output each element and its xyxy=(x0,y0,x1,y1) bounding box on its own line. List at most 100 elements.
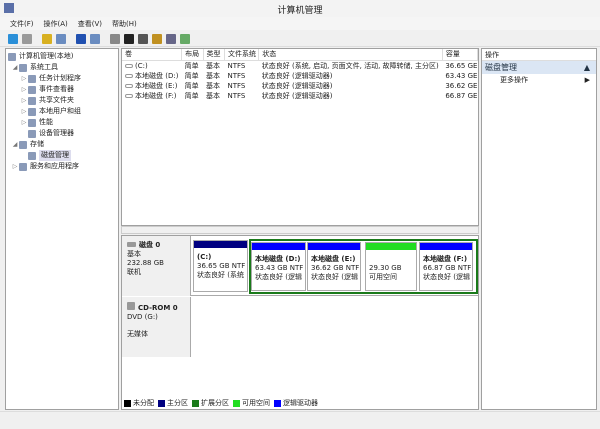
forward-icon[interactable] xyxy=(22,33,32,44)
tree-item[interactable]: ▷ 事件查看器 xyxy=(6,84,118,95)
cell-text: 简单 xyxy=(184,71,199,80)
cell-text: 状态良好 (系统, 启动, 页面文件, 活动, 故障转储, 主分区) xyxy=(261,61,439,70)
cell-text: NTFS xyxy=(227,91,246,100)
partition-size: 36.62 GB NTF xyxy=(311,264,360,272)
expander-icon[interactable]: ▷ xyxy=(11,161,19,172)
search-icon[interactable] xyxy=(166,33,176,44)
column-header[interactable]: 类型 xyxy=(203,49,225,61)
expander-icon[interactable]: ◢ xyxy=(11,62,19,73)
cell-text: 状态良好 (逻辑驱动器) xyxy=(261,71,333,80)
cell-text: 66.87 GE xyxy=(445,91,478,100)
cell-text: NTFS xyxy=(227,71,246,80)
storage-icon xyxy=(19,140,27,149)
tree-item-label: 本地用户和组 xyxy=(39,107,81,115)
column-header[interactable]: 文件系统 xyxy=(224,49,260,61)
disk-state: 联机 xyxy=(127,268,141,276)
tree-item-label: 系统工具 xyxy=(30,63,58,71)
partition-block[interactable]: 本地磁盘 (E:) 36.62 GB NTF 状态良好 (逻辑 xyxy=(307,242,361,291)
table-cell: 本地磁盘 (E:) xyxy=(122,81,182,91)
partition-block[interactable]: 本地磁盘 (F:) 66.87 GB NTF 状态良好 (逻辑 xyxy=(419,242,473,291)
expander-icon[interactable]: ▷ xyxy=(20,73,28,84)
expander-icon[interactable]: ◢ xyxy=(11,139,19,150)
tree-item[interactable]: ▷ 服务和应用程序 xyxy=(6,161,118,172)
cell-text: 简单 xyxy=(184,81,199,90)
legend-label: 未分配 xyxy=(133,399,154,407)
cdrom-0-label[interactable]: CD-ROM 0 DVD (G:) 无媒体 xyxy=(122,297,191,357)
disk-0-row: 磁盘 0 基本 232.88 GB 联机 (C:) 36.65 GB NTF 状态良… xyxy=(122,236,478,296)
menu-action[interactable]: 操作(A) xyxy=(44,19,68,29)
column-header[interactable]: 状态 xyxy=(258,49,443,61)
expander-icon[interactable]: ▷ xyxy=(20,117,28,128)
partition-block[interactable]: 本地磁盘 (D:) 63.43 GB NTF 状态良好 (逻辑 xyxy=(251,242,306,291)
expander-icon[interactable]: ▷ xyxy=(20,95,28,106)
chevron-right-icon: ▶ xyxy=(584,76,590,84)
menu-file[interactable]: 文件(F) xyxy=(10,19,34,29)
computer-icon xyxy=(8,52,16,61)
horizontal-scrollbar[interactable] xyxy=(121,226,479,234)
column-header[interactable]: 容量 xyxy=(442,49,479,61)
table-row[interactable]: 本地磁盘 (D:) 简单 基本 NTFS 状态良好 (逻辑驱动器) 63.43 GE xyxy=(122,71,478,81)
partition-size: 36.65 GB NTF xyxy=(197,262,246,270)
tree-item[interactable]: ▷ 共享文件夹 xyxy=(6,95,118,106)
open-icon[interactable] xyxy=(152,33,162,44)
partition-block[interactable]: 29.30 GB 可用空间 xyxy=(365,242,417,291)
more-actions[interactable]: 更多操作 ▶ xyxy=(482,74,596,86)
table-cell: NTFS xyxy=(224,60,258,71)
table-cell: NTFS xyxy=(224,71,258,81)
actions-header: 操作 xyxy=(482,49,596,61)
legend-swatch xyxy=(124,399,131,407)
partition-block[interactable]: (C:) 36.65 GB NTF 状态良好 (系统 xyxy=(193,240,248,292)
table-cell: (C:) xyxy=(122,60,182,71)
tree-item[interactable]: ◢ 系统工具 xyxy=(6,62,118,73)
console-tree-icon[interactable] xyxy=(56,33,66,44)
delete-icon[interactable] xyxy=(124,33,134,44)
properties-icon[interactable] xyxy=(138,33,148,44)
clock-icon xyxy=(28,74,36,83)
help-icon[interactable] xyxy=(76,33,86,44)
table-row[interactable]: 本地磁盘 (E:) 简单 基本 NTFS 状态良好 (逻辑驱动器) 36.62 GE xyxy=(122,81,478,91)
tree-item[interactable]: ▷ 本地用户和组 xyxy=(6,106,118,117)
users-icon xyxy=(28,107,36,116)
section-label: 磁盘管理 xyxy=(485,63,517,72)
menu-view[interactable]: 查看(V) xyxy=(78,19,102,29)
disk-0-label[interactable]: 磁盘 0 基本 232.88 GB 联机 xyxy=(122,236,191,296)
partition-name: (C:) xyxy=(197,253,212,261)
menu-help[interactable]: 帮助(H) xyxy=(112,19,137,29)
menu-bar: 文件(F) 操作(A) 查看(V) 帮助(H) xyxy=(0,17,600,30)
properties-view-icon[interactable] xyxy=(90,33,100,44)
legend-item: 可用空间 xyxy=(233,398,270,408)
table-row[interactable]: 本地磁盘 (F:) 简单 基本 NTFS 状态良好 (逻辑驱动器) 66.87 GE xyxy=(122,91,478,101)
table-cell: 基本 xyxy=(203,71,224,81)
disk-graphical-view: 磁盘 0 基本 232.88 GB 联机 (C:) 36.65 GB NTF 状态良… xyxy=(121,235,479,410)
tree-item-label: 任务计划程序 xyxy=(39,74,81,82)
refresh-icon[interactable] xyxy=(110,33,120,44)
table-row[interactable]: (C:) 简单 基本 NTFS 状态良好 (系统, 启动, 页面文件, 活动, 故障转储… xyxy=(122,60,478,71)
disk-type: 基本 xyxy=(127,250,141,258)
partition-name: 本地磁盘 (F:) xyxy=(423,255,468,263)
services-icon xyxy=(19,162,27,171)
back-icon[interactable] xyxy=(8,33,18,44)
window-title: 计算机管理 xyxy=(277,6,323,16)
tree-item[interactable]: ▷ 性能 xyxy=(6,117,118,128)
tree-item[interactable]: 磁盘管理 xyxy=(6,150,118,161)
expander-icon[interactable]: ▷ xyxy=(20,106,28,117)
settings-icon[interactable] xyxy=(180,33,190,44)
partition-color-bar xyxy=(366,243,416,250)
tree-item[interactable]: ◢ 存储 xyxy=(6,139,118,150)
tree-item-label: 计算机管理(本地) xyxy=(19,52,74,60)
expander-icon[interactable]: ▷ xyxy=(20,84,28,95)
column-header[interactable]: 卷 xyxy=(122,49,183,61)
tree-item[interactable]: 设备管理器 xyxy=(6,128,118,139)
table-cell: 36.65 GE xyxy=(442,60,477,71)
cell-text: 本地磁盘 (E:) xyxy=(135,81,178,90)
disk-state: 无媒体 xyxy=(127,330,148,338)
up-icon[interactable] xyxy=(42,33,52,44)
toolbar xyxy=(0,31,600,47)
collapse-icon: ▲ xyxy=(583,63,590,72)
tree-item[interactable]: ▷ 任务计划程序 xyxy=(6,73,118,84)
tree-item[interactable]: 计算机管理(本地) xyxy=(6,51,118,62)
table-cell: 简单 xyxy=(182,81,203,91)
actions-section-disk-management[interactable]: 磁盘管理 ▲ xyxy=(482,61,596,74)
column-header[interactable]: 布局 xyxy=(181,49,204,61)
cell-text: 基本 xyxy=(206,81,221,90)
